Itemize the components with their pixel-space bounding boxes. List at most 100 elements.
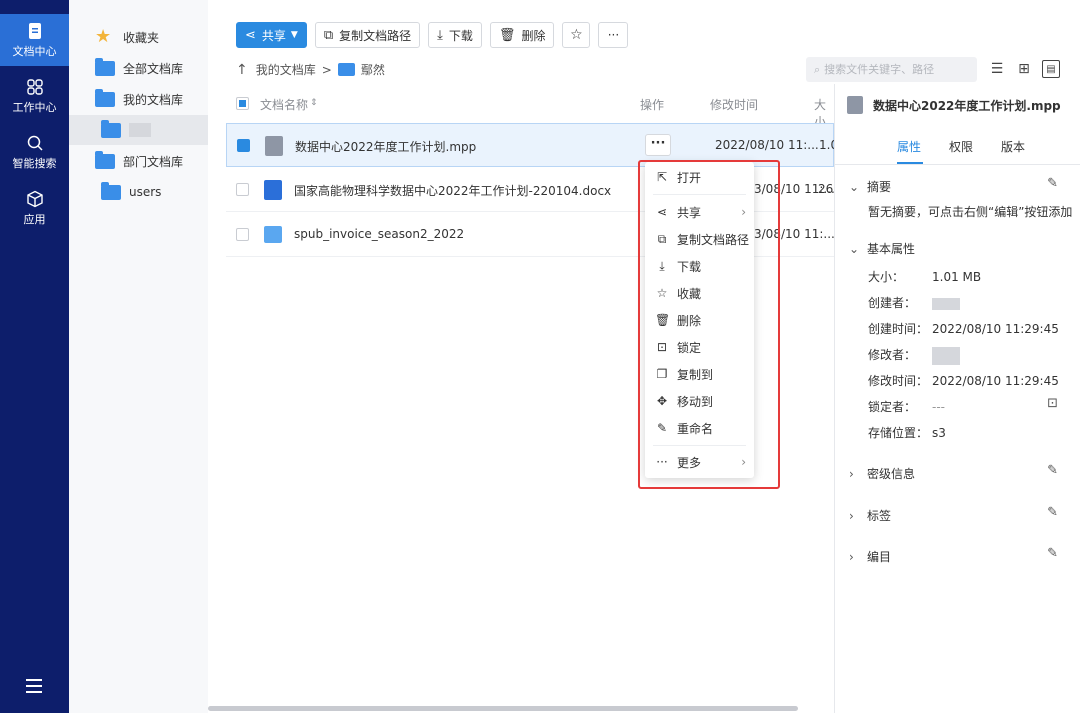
star-outline-icon: ☆ bbox=[570, 27, 583, 43]
row-checkbox[interactable] bbox=[236, 183, 249, 196]
table-row[interactable]: 数据中心2022年度工作计划.mpp ··· 2022/08/10 11:...… bbox=[226, 123, 838, 167]
share-icon: ⋖ bbox=[245, 27, 256, 43]
section-basic[interactable]: ⌄ 基本属性 bbox=[849, 240, 915, 257]
nav-item-smart-search[interactable]: 智能搜索 bbox=[0, 126, 69, 178]
menu-item-share[interactable]: ⋖ 共享 › bbox=[645, 199, 754, 225]
rename-icon: ✎ bbox=[656, 421, 668, 435]
menu-item-copy-path[interactable]: ⧉ 复制文档路径 bbox=[645, 226, 754, 252]
prop-value: 2022/08/10 11:29:45 bbox=[932, 322, 1059, 336]
move-icon: ✥ bbox=[656, 394, 668, 408]
menu-item-lock[interactable]: ⊡ 锁定 bbox=[645, 334, 754, 360]
prop-key: 修改时间： bbox=[868, 374, 929, 388]
edit-catalog-icon[interactable]: ✎ bbox=[1047, 546, 1058, 561]
breadcrumb-current: 鄢然 bbox=[360, 63, 385, 77]
menu-item-label: 移动到 bbox=[677, 394, 714, 409]
sidebar-item-my-library[interactable]: 我的文档库 bbox=[69, 84, 208, 114]
prop-locker: 锁定者： --- bbox=[868, 398, 945, 415]
menu-item-favorite[interactable]: ☆ 收藏 bbox=[645, 280, 754, 306]
menu-item-more[interactable]: ··· 更多 › bbox=[645, 449, 754, 475]
section-catalog[interactable]: › 编目 bbox=[849, 548, 891, 565]
sidebar-item-users[interactable]: users bbox=[69, 177, 208, 207]
more-icon: ··· bbox=[656, 455, 668, 469]
file-name[interactable]: spub_invoice_season2_2022 bbox=[294, 227, 464, 241]
sidebar-item-label: 收藏夹 bbox=[123, 30, 160, 45]
menu-item-delete[interactable]: 🗑 删除 bbox=[645, 307, 754, 333]
menu-item-label: 下载 bbox=[677, 259, 702, 274]
favorite-button[interactable]: ☆ bbox=[562, 22, 591, 48]
section-label: 编目 bbox=[867, 550, 892, 564]
nav-label: 工作中心 bbox=[12, 101, 57, 114]
section-classification[interactable]: › 密级信息 bbox=[849, 465, 915, 482]
menu-divider bbox=[653, 194, 746, 195]
edit-tags-icon[interactable]: ✎ bbox=[1047, 505, 1058, 520]
section-tags[interactable]: › 标签 bbox=[849, 507, 891, 524]
file-name[interactable]: 国家高能物理科学数据中心2022年工作计划-220104.docx bbox=[294, 182, 611, 199]
grid-view-icon[interactable]: ⊞ bbox=[1015, 60, 1033, 78]
select-all-checkbox[interactable] bbox=[236, 97, 249, 110]
prop-value: --- bbox=[932, 400, 945, 414]
row-checkbox[interactable] bbox=[236, 228, 249, 241]
tab-properties[interactable]: 属性 bbox=[897, 138, 921, 163]
tab-versions[interactable]: 版本 bbox=[1001, 138, 1025, 163]
menu-item-label: 收藏 bbox=[677, 286, 702, 301]
menu-item-move-to[interactable]: ✥ 移动到 bbox=[645, 388, 754, 414]
sidebar-item-favorites[interactable]: ★ 收藏夹 bbox=[69, 22, 208, 52]
menu-item-label: 打开 bbox=[677, 170, 702, 185]
detail-panel-toggle-icon[interactable]: ▤ bbox=[1042, 60, 1060, 78]
menu-item-open[interactable]: ⇱ 打开 bbox=[645, 164, 754, 190]
edit-summary-icon[interactable]: ✎ bbox=[1047, 176, 1058, 191]
more-button[interactable]: ··· bbox=[598, 22, 629, 48]
download-button[interactable]: ⤓ 下载 bbox=[428, 22, 482, 48]
copy-to-icon: ❐ bbox=[656, 367, 668, 381]
section-label: 摘要 bbox=[867, 180, 892, 194]
lock-icon: ⊡ bbox=[656, 340, 668, 354]
prop-size: 大小： 1.01 MB bbox=[868, 268, 981, 285]
search-icon bbox=[27, 135, 43, 151]
menu-item-rename[interactable]: ✎ 重命名 bbox=[645, 415, 754, 441]
tab-permissions[interactable]: 权限 bbox=[949, 138, 973, 163]
row-checkbox[interactable] bbox=[237, 139, 250, 152]
delete-button[interactable]: 🗑 删除 bbox=[489, 22, 555, 48]
edit-classification-icon[interactable]: ✎ bbox=[1047, 463, 1058, 478]
sort-icon[interactable]: ⇕ bbox=[310, 98, 318, 108]
main-nav: 文档中心 工作中心 智能搜索 应用 bbox=[0, 0, 69, 713]
unknown-file-icon bbox=[847, 96, 863, 114]
row-more-button[interactable]: ··· bbox=[645, 134, 671, 156]
menu-item-label: 锁定 bbox=[677, 340, 702, 355]
menu-item-label: 共享 bbox=[677, 205, 702, 220]
menu-item-label: 重命名 bbox=[677, 421, 714, 436]
breadcrumb-root[interactable]: 我的文档库 bbox=[256, 61, 316, 78]
lock-icon[interactable]: ⊡ bbox=[1047, 396, 1058, 411]
prop-key: 修改者： bbox=[868, 348, 917, 362]
sidebar-item-department-library[interactable]: 部门文档库 bbox=[69, 146, 208, 176]
sidebar-item-all-libraries[interactable]: 全部文档库 bbox=[69, 53, 208, 83]
nav-item-document-center[interactable]: 文档中心 bbox=[0, 14, 69, 66]
sort-icon[interactable]: ☰ bbox=[988, 60, 1006, 78]
nav-item-apps[interactable]: 应用 bbox=[0, 182, 69, 234]
menu-item-download[interactable]: ⤓ 下载 bbox=[645, 253, 754, 279]
header-modified[interactable]: 修改时间 bbox=[710, 96, 758, 113]
copy-path-button[interactable]: ⧉ 复制文档路径 bbox=[314, 22, 421, 48]
section-summary[interactable]: ⌄ 摘要 bbox=[849, 178, 891, 195]
section-label: 基本属性 bbox=[867, 242, 916, 256]
folder-icon bbox=[95, 58, 115, 76]
word-file-icon bbox=[264, 180, 282, 200]
chevron-right-icon: › bbox=[741, 455, 746, 469]
details-file-name: 数据中心2022年度工作计划.mpp bbox=[873, 98, 1061, 113]
arrow-up-icon[interactable]: ↑ bbox=[236, 62, 248, 78]
hamburger-icon[interactable] bbox=[26, 679, 42, 697]
header-name[interactable]: 文档名称 bbox=[260, 96, 308, 113]
nav-item-work-center[interactable]: 工作中心 bbox=[0, 70, 69, 122]
search-input[interactable] bbox=[824, 63, 965, 76]
section-label: 标签 bbox=[867, 509, 892, 523]
open-external-icon: ⇱ bbox=[656, 170, 668, 184]
share-label: 共享 bbox=[261, 28, 286, 43]
prop-key: 锁定者： bbox=[868, 400, 917, 414]
menu-item-copy-to[interactable]: ❐ 复制到 bbox=[645, 361, 754, 387]
file-name[interactable]: 数据中心2022年度工作计划.mpp bbox=[295, 138, 476, 155]
star-icon: ★ bbox=[95, 26, 112, 47]
share-button[interactable]: ⋖ 共享 ▼ bbox=[236, 22, 307, 48]
sidebar-item-shared-user[interactable] bbox=[69, 115, 208, 145]
prop-created-time: 创建时间： 2022/08/10 11:29:45 bbox=[868, 320, 1059, 337]
horizontal-scrollbar[interactable] bbox=[208, 706, 798, 711]
